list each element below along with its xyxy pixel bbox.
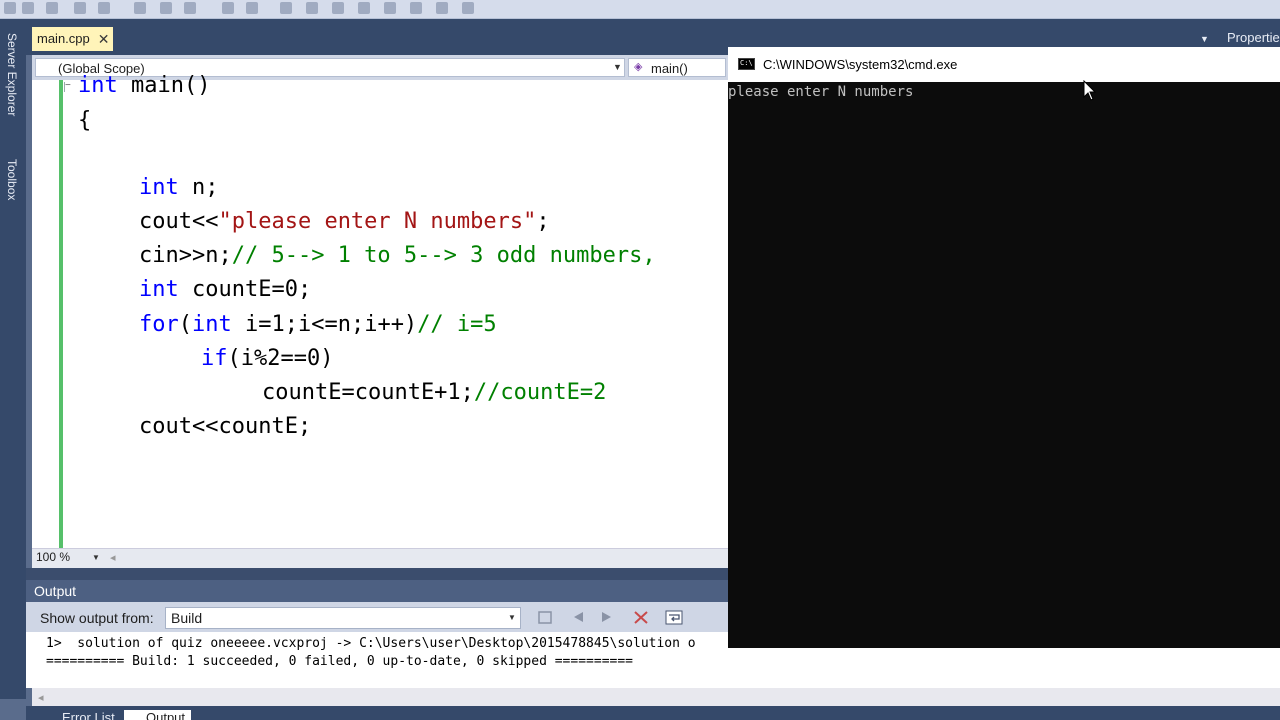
- output-panel-title: Output: [34, 583, 77, 599]
- code-line: cin>>n;// 5--> 1 to 5--> 3 odd numbers,: [139, 242, 656, 270]
- mouse-pointer-icon: [1083, 80, 1097, 101]
- code-comment: // i=5: [417, 312, 497, 337]
- code-line: if(i%2==0): [201, 345, 333, 373]
- panel-splitter[interactable]: [26, 568, 728, 580]
- code-line: cout<<countE;: [139, 413, 311, 441]
- code-line: {: [78, 107, 91, 135]
- code-text: cout<<: [139, 209, 219, 234]
- code-line: countE=countE+1;//countE=2: [262, 379, 606, 407]
- toolbar-button-icon[interactable]: [410, 2, 422, 14]
- code-text: {: [78, 108, 92, 133]
- toolbar-button-icon[interactable]: [222, 2, 234, 14]
- tab-error-list[interactable]: Error List: [40, 710, 115, 720]
- console-icon: [738, 58, 755, 70]
- code-text: (: [178, 312, 192, 337]
- clear-all-icon[interactable]: [632, 609, 650, 626]
- bottom-tool-tabs: [26, 706, 1280, 720]
- close-icon[interactable]: ✕: [98, 27, 110, 51]
- toolbar-button-icon[interactable]: [332, 2, 344, 14]
- code-line: for(int i=1;i<=n;i++)// i=5: [139, 311, 497, 339]
- console-title: C:\WINDOWS\system32\cmd.exe: [763, 57, 958, 72]
- outline-collapse-icon[interactable]: −: [64, 81, 73, 92]
- method-icon: ◈: [634, 61, 643, 73]
- tab-output[interactable]: Output: [124, 710, 192, 720]
- change-tracking-bar: [59, 80, 63, 548]
- toolbar-button-icon[interactable]: [280, 2, 292, 14]
- code-line: int n;: [139, 174, 219, 202]
- code-text: countE=0;: [178, 277, 312, 302]
- code-keyword: int: [78, 73, 118, 98]
- code-keyword: for: [139, 312, 179, 337]
- next-message-icon[interactable]: [596, 609, 614, 626]
- console-window[interactable]: [728, 47, 1280, 648]
- code-text: n;: [178, 175, 219, 200]
- code-text: cin>>n;: [139, 243, 232, 268]
- output-line: 1> solution of quiz oneeeee.vcxproj -> C…: [46, 636, 696, 651]
- output-horizontal-scrollbar[interactable]: [32, 688, 1280, 706]
- properties-tab[interactable]: Properties: [1227, 30, 1280, 45]
- toolbar-button-icon[interactable]: [134, 2, 146, 14]
- toolbar-button-icon[interactable]: [462, 2, 474, 14]
- code-keyword: if: [201, 346, 228, 371]
- word-wrap-icon[interactable]: [665, 609, 683, 626]
- tab-label: main.cpp: [37, 31, 90, 46]
- code-text: countE=countE+1;: [262, 380, 474, 405]
- zoom-level[interactable]: 100 %: [36, 550, 70, 564]
- toolbar-button-icon[interactable]: [74, 2, 86, 14]
- code-text: main(): [117, 73, 211, 98]
- side-tool-strip: Server Explorer Toolbox: [0, 19, 26, 699]
- show-output-label: Show output from:: [40, 610, 154, 626]
- code-text: i=1;i<=n;i++): [231, 312, 418, 337]
- code-text: ;: [536, 209, 550, 234]
- editor-status-bar: [32, 548, 728, 569]
- previous-message-icon[interactable]: [571, 609, 589, 626]
- scroll-left-icon[interactable]: ◂: [38, 691, 44, 704]
- code-text: (i%2==0): [227, 346, 334, 371]
- toolbox-tab[interactable]: Toolbox: [5, 159, 19, 200]
- output-panel-header: [26, 580, 728, 602]
- code-keyword: int: [139, 277, 179, 302]
- toolbar-button-icon[interactable]: [22, 2, 34, 14]
- code-line: cout<<"please enter N numbers";: [139, 208, 550, 236]
- code-keyword: int: [139, 175, 179, 200]
- toolbar-button-icon[interactable]: [246, 2, 258, 14]
- main-toolbar: [0, 0, 1280, 19]
- find-message-icon[interactable]: [536, 609, 554, 626]
- toolbar-button-icon[interactable]: [184, 2, 196, 14]
- output-line: ========== Build: 1 succeeded, 0 failed,…: [46, 654, 633, 669]
- chevron-down-icon[interactable]: ▼: [508, 613, 516, 622]
- tab-main-cpp[interactable]: main.cpp ✕: [32, 27, 114, 51]
- toolbar-button-icon[interactable]: [436, 2, 448, 14]
- code-comment: //countE=2: [473, 380, 607, 405]
- toolbar-button-icon[interactable]: [98, 2, 110, 14]
- code-line: int countE=0;: [139, 276, 311, 304]
- console-output-line: please enter N numbers: [728, 84, 914, 100]
- chevron-down-icon[interactable]: ▼: [1200, 34, 1209, 44]
- toolbar-separator-icon: [4, 2, 16, 14]
- toolbar-button-icon[interactable]: [384, 2, 396, 14]
- code-string: "please enter N numbers": [218, 209, 537, 234]
- toolbar-button-icon[interactable]: [358, 2, 370, 14]
- scroll-left-icon[interactable]: ◂: [110, 551, 116, 564]
- output-source-select[interactable]: Build: [165, 607, 521, 629]
- code-keyword: int: [192, 312, 232, 337]
- code-comment: // 5--> 1 to 5--> 3 odd numbers,: [231, 243, 656, 268]
- toolbar-button-icon[interactable]: [160, 2, 172, 14]
- chevron-down-icon[interactable]: ▼: [92, 553, 100, 562]
- server-explorer-tab[interactable]: Server Explorer: [5, 33, 19, 116]
- function-dropdown[interactable]: main(): [628, 58, 726, 77]
- code-text: cout<<countE;: [139, 414, 312, 439]
- toolbar-button-icon[interactable]: [306, 2, 318, 14]
- toolbar-button-icon[interactable]: [46, 2, 58, 14]
- chevron-down-icon[interactable]: ▼: [613, 62, 622, 72]
- code-line: int main(): [78, 72, 210, 100]
